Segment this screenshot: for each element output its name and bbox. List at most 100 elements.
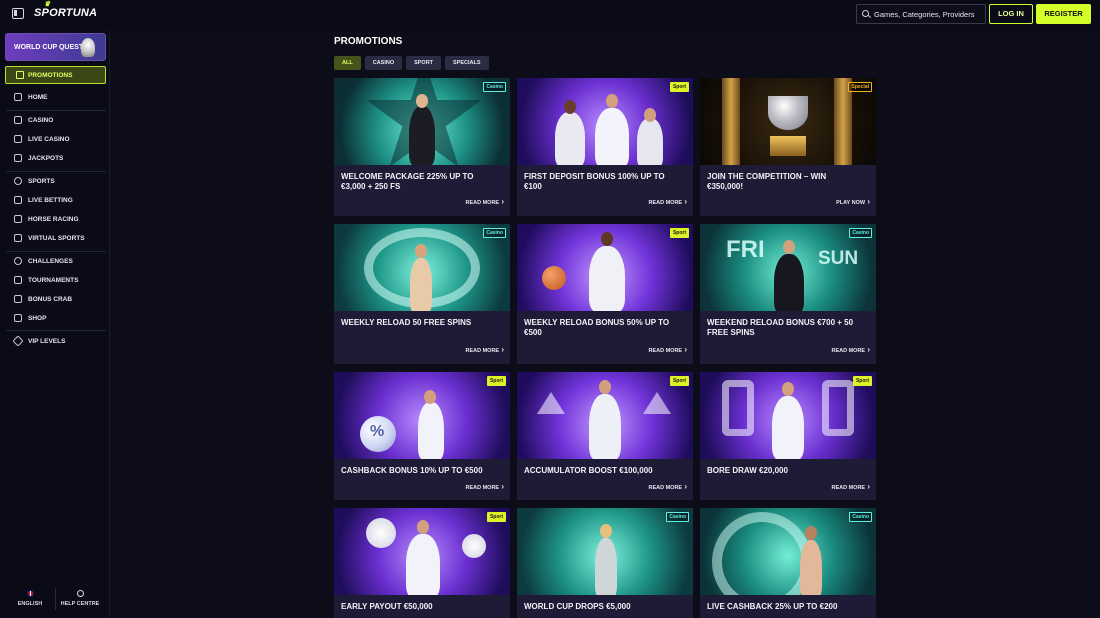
- basketball-player-figure: [589, 246, 625, 311]
- filter-specials[interactable]: SPECIALS: [445, 56, 489, 70]
- filter-all[interactable]: ALL: [334, 56, 361, 70]
- sport-tag: Sport: [669, 82, 689, 92]
- sidebar-item-casino[interactable]: CASINO: [0, 112, 110, 130]
- casino-tag: Casino: [849, 228, 872, 238]
- read-more-link[interactable]: READ MORE: [648, 482, 687, 491]
- promo-title: FIRST DEPOSIT BONUS 100% UP TO €100: [524, 172, 665, 191]
- footballer-figure: [589, 394, 621, 459]
- sidebar-item-label: BONUS CRAB: [28, 296, 73, 303]
- sidebar-item-bonus-crab[interactable]: BONUS CRAB: [0, 291, 110, 309]
- footballer-figure: [772, 396, 804, 459]
- read-more-link[interactable]: READ MORE: [648, 345, 687, 354]
- read-more-link[interactable]: READ MORE: [465, 197, 504, 206]
- read-more-link[interactable]: READ MORE: [831, 345, 870, 354]
- sportuna-logo[interactable]: ♛ SPORTUNA: [34, 1, 98, 19]
- sidebar-item-home[interactable]: HOME: [0, 89, 110, 107]
- sidebar-toggle-icon[interactable]: [12, 8, 24, 19]
- sun-text: SUN: [818, 248, 859, 269]
- crown-icon: ♛: [44, 1, 51, 8]
- sidebar-item-live-betting[interactable]: LIVE BETTING: [0, 192, 110, 210]
- basketball-icon: [542, 266, 566, 290]
- sidebar-item-shop[interactable]: SHOP: [0, 310, 110, 328]
- sport-tag: Sport: [486, 376, 506, 386]
- filter-sport[interactable]: SPORT: [406, 56, 442, 70]
- football-icon: [366, 518, 396, 548]
- trophy-icon: [81, 38, 95, 57]
- promo-card-weekly-reload-bonus[interactable]: Sport WEEKLY RELOAD BONUS 50% UP TO €500…: [517, 224, 693, 364]
- promo-title: WELCOME PACKAGE 225% UP TO €3,000 + 250 …: [341, 172, 474, 191]
- promo-card-first-deposit[interactable]: Sport FIRST DEPOSIT BONUS 100% UP TO €10…: [517, 78, 693, 216]
- footballer-head: [599, 380, 611, 394]
- podium-icon: [14, 276, 22, 284]
- tennis-player-figure: [637, 118, 663, 165]
- promo-card-competition[interactable]: Special JOIN THE COMPETITION – WIN €350,…: [700, 78, 876, 216]
- sidebar-item-promotions[interactable]: PROMOTIONS: [5, 66, 106, 84]
- promo-card-world-cup-drops[interactable]: Casino WORLD CUP DROPS €5,000: [517, 508, 693, 618]
- divider: [6, 251, 106, 252]
- sport-tag: Sport: [486, 512, 506, 522]
- sidebar-item-vip-levels[interactable]: VIP LEVELS: [0, 333, 110, 351]
- logo-text: SPORTUNA: [34, 7, 98, 19]
- promo-image: [700, 372, 876, 459]
- divider: [6, 171, 106, 172]
- casino-tag: Casino: [666, 512, 689, 522]
- sidebar-item-label: PROMOTIONS: [28, 72, 73, 79]
- jackpot-icon: [14, 154, 22, 162]
- zero-digit-shape: [722, 380, 754, 436]
- trophy-icon: [768, 96, 808, 130]
- promo-title: WEEKEND RELOAD BONUS €700 + 50 FREE SPIN…: [707, 318, 854, 337]
- arrow-up-icon: [537, 392, 565, 414]
- login-button[interactable]: LOG IN: [989, 4, 1033, 24]
- divider: [6, 330, 106, 331]
- sidebar-item-jackpots[interactable]: JACKPOTS: [0, 150, 110, 168]
- sidebar-item-virtual-sports[interactable]: VIRTUAL SPORTS: [0, 230, 110, 248]
- slot-icon: [14, 116, 22, 124]
- help-centre-link[interactable]: HELP CENTRE: [60, 590, 100, 607]
- sidebar-item-label: LIVE BETTING: [28, 197, 73, 204]
- read-more-link[interactable]: READ MORE: [465, 345, 504, 354]
- sidebar-item-label: SHOP: [28, 315, 47, 322]
- main-content: PROMOTIONS ALL CASINO SPORT SPECIALS Cas…: [110, 30, 1100, 618]
- promo-title: WORLD CUP DROPS €5,000: [524, 602, 631, 611]
- live-icon: [14, 196, 22, 204]
- read-more-link[interactable]: READ MORE: [831, 482, 870, 491]
- sidebar-item-sports[interactable]: SPORTS: [0, 173, 110, 191]
- sidebar-item-label: TOURNAMENTS: [28, 277, 79, 284]
- gamepad-icon: [14, 234, 22, 242]
- diamond-icon: [12, 335, 24, 347]
- divider: [55, 588, 56, 610]
- search-placeholder: Games, Categories, Providers: [874, 10, 975, 19]
- help-icon: [76, 590, 84, 597]
- promo-title: JOIN THE COMPETITION – WIN €350,000!: [707, 172, 827, 191]
- read-more-link[interactable]: READ MORE: [648, 197, 687, 206]
- register-button[interactable]: REGISTER: [1036, 4, 1091, 24]
- promo-card-cashback-bonus[interactable]: % Sport CASHBACK BONUS 10% UP TO €500 RE…: [334, 372, 510, 500]
- athlete-head: [564, 100, 576, 114]
- read-more-link[interactable]: READ MORE: [465, 482, 504, 491]
- model-head: [805, 526, 817, 540]
- promo-card-weekly-reload-spins[interactable]: Casino WEEKLY RELOAD 50 FREE SPINS READ …: [334, 224, 510, 364]
- promo-title: LIVE CASHBACK 25% UP TO €200: [707, 602, 838, 611]
- world-cup-quest-banner[interactable]: WORLD CUP QUEST: [5, 33, 106, 61]
- search-icon: [862, 10, 869, 17]
- promo-card-welcome-package[interactable]: Casino WELCOME PACKAGE 225% UP TO €3,000…: [334, 78, 510, 216]
- filter-casino[interactable]: CASINO: [364, 56, 403, 70]
- model-figure: [800, 540, 822, 595]
- promo-title: EARLY PAYOUT €50,000: [341, 602, 433, 611]
- promo-card-weekend-reload[interactable]: FRI SUN Casino WEEKEND RELOAD BONUS €700…: [700, 224, 876, 364]
- sidebar-item-label: CHALLENGES: [28, 258, 73, 265]
- promo-card-bore-draw[interactable]: Sport BORE DRAW €20,000 READ MORE: [700, 372, 876, 500]
- promo-card-accumulator-boost[interactable]: Sport ACCUMULATOR BOOST €100,000 READ MO…: [517, 372, 693, 500]
- sidebar-item-live-casino[interactable]: LIVE CASINO: [0, 131, 110, 149]
- promo-card-early-payout[interactable]: Sport EARLY PAYOUT €50,000: [334, 508, 510, 618]
- sidebar-item-horse-racing[interactable]: HORSE RACING: [0, 211, 110, 229]
- fri-text: FRI: [726, 236, 765, 263]
- promo-card-live-cashback[interactable]: Casino LIVE CASHBACK 25% UP TO €200: [700, 508, 876, 618]
- quest-label: WORLD CUP QUEST: [14, 44, 84, 51]
- promo-title: BORE DRAW €20,000: [707, 466, 788, 475]
- play-now-link[interactable]: PLAY NOW: [836, 197, 870, 206]
- search-input[interactable]: Games, Categories, Providers: [856, 4, 986, 24]
- sidebar-item-tournaments[interactable]: TOURNAMENTS: [0, 272, 110, 290]
- sidebar-item-challenges[interactable]: CHALLENGES: [0, 253, 110, 271]
- language-selector[interactable]: ENGLISH: [14, 590, 46, 607]
